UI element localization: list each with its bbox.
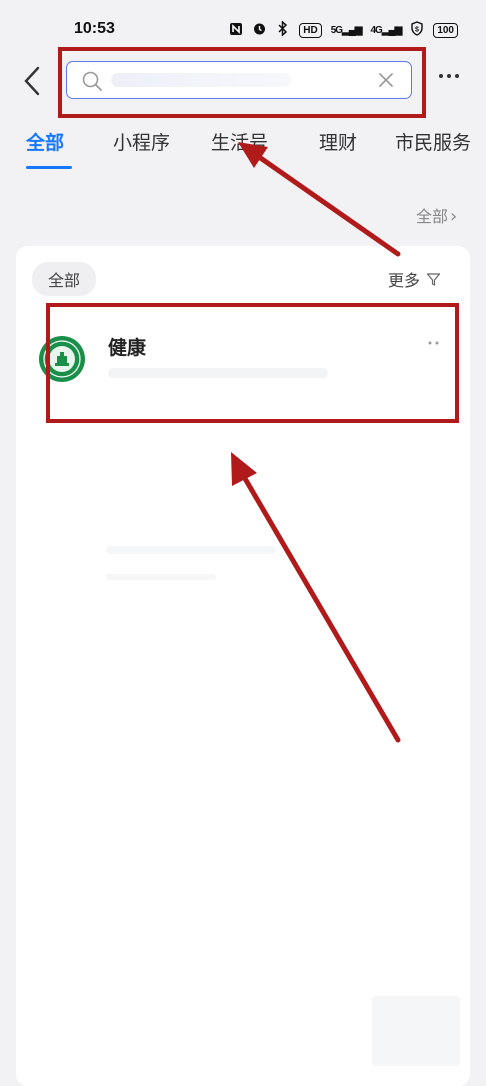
status-time: 10:53 <box>74 20 115 37</box>
battery-icon: 100 <box>433 22 458 38</box>
blurred-placeholder <box>372 996 460 1066</box>
all-link[interactable]: 全部 › <box>416 203 457 227</box>
chevron-right-icon: › <box>450 206 458 227</box>
tab-finance[interactable]: 理财 <box>319 128 357 155</box>
more-horizontal-icon <box>439 74 459 78</box>
annotation-box-search <box>58 47 426 118</box>
all-link-label: 全部 <box>416 207 449 226</box>
more-filter-button[interactable]: 更多 <box>388 267 441 291</box>
tab-all[interactable]: 全部 <box>26 128 64 155</box>
hd-icon: HD <box>299 22 322 38</box>
status-icons: HD 5G▂▄▆ 4G▂▄▆ $ 100 <box>229 20 458 39</box>
vpn-icon: $ <box>410 21 424 39</box>
annotation-box-result <box>46 303 459 423</box>
signal-5g-icon: 5G▂▄▆ <box>330 24 363 36</box>
alarm-icon <box>252 21 267 39</box>
back-button[interactable] <box>18 62 46 100</box>
bluetooth-icon <box>276 20 290 39</box>
more-filter-label: 更多 <box>388 271 421 290</box>
active-tab-indicator <box>26 166 72 169</box>
filter-icon <box>426 272 441 286</box>
tab-life-accounts[interactable]: 生活号 <box>211 128 268 155</box>
chevron-left-icon <box>24 66 40 96</box>
tab-citizen-services[interactable]: 市民服务 <box>395 128 471 155</box>
svg-text:$: $ <box>415 27 419 34</box>
filter-chip-all[interactable]: 全部 <box>32 262 97 296</box>
blurred-placeholder <box>106 574 216 580</box>
signal-4g-icon: 4G▂▄▆ <box>370 24 403 36</box>
more-options-button[interactable] <box>438 65 460 93</box>
blurred-placeholder <box>106 546 276 554</box>
tab-mini-programs[interactable]: 小程序 <box>113 128 170 155</box>
annotation-arrow-to-tab <box>249 149 401 257</box>
nfc-icon <box>229 22 243 39</box>
